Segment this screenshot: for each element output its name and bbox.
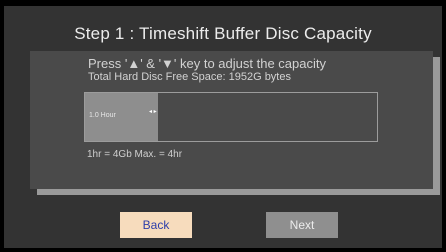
next-button[interactable]: Next [266,212,338,238]
capacity-note: 1hr = 4Gb Max. = 4hr [87,149,183,160]
free-space-text: Total Hard Disc Free Space: 1952G bytes [88,71,291,83]
instruction-text: Press '▲' & '▼' key to adjust the capaci… [88,56,326,71]
capacity-value: 1.0 Hour [89,112,116,119]
back-button[interactable]: Back [120,212,192,238]
page-title: Step 1 : Timeshift Buffer Disc Capacity [74,24,372,43]
capacity-panel: Press '▲' & '▼' key to adjust the capaci… [30,51,433,189]
wizard-screen: Step 1 : Timeshift Buffer Disc Capacity … [4,6,442,248]
adjust-arrows-icon: ◂ ▸ [149,109,157,115]
capacity-slider[interactable]: 1.0 Hour ◂ ▸ [84,92,378,142]
